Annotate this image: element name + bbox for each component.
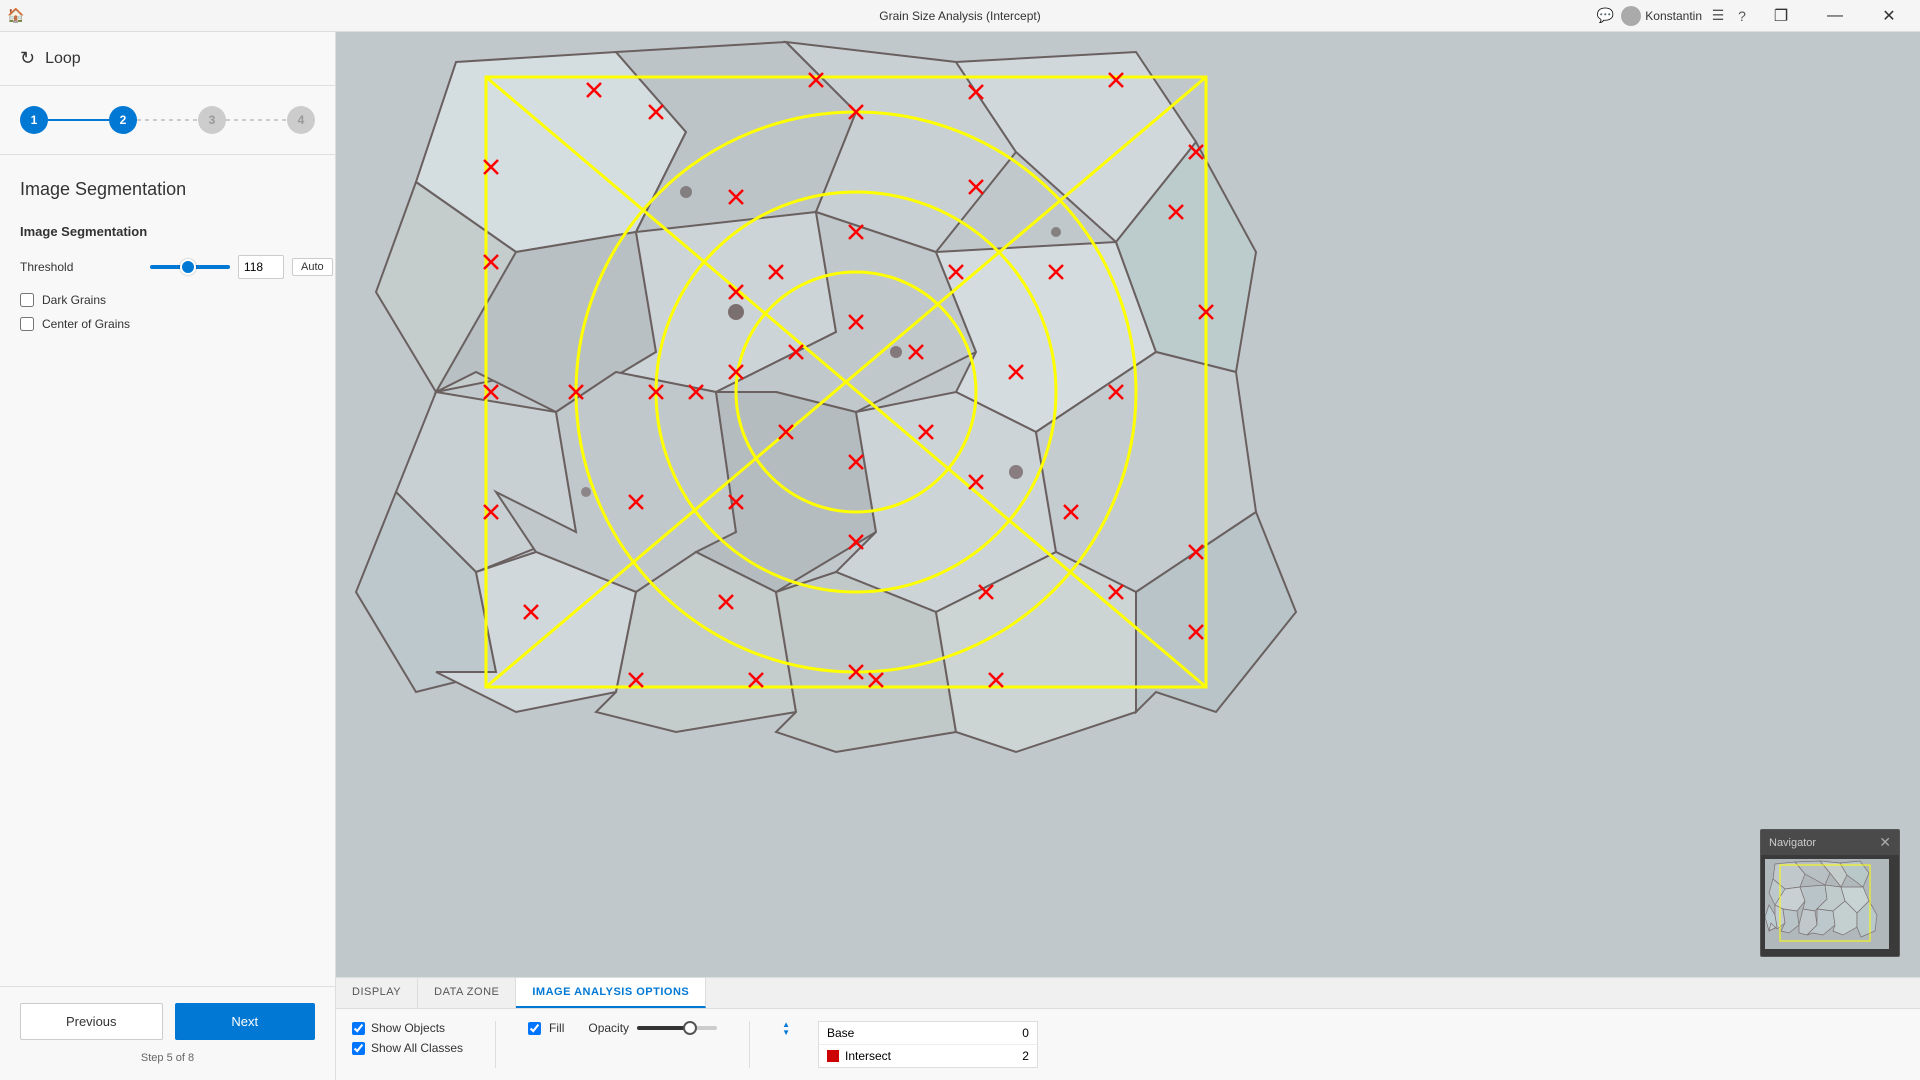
- username: Konstantin: [1645, 9, 1702, 23]
- center-of-grains-row: Center of Grains: [20, 317, 315, 331]
- dark-grains-label: Dark Grains: [42, 293, 106, 307]
- previous-button[interactable]: Previous: [20, 1003, 163, 1040]
- step-3: 3: [198, 106, 226, 134]
- titlebar: 🏠 Grain Size Analysis (Intercept) 💬 Kons…: [0, 0, 1920, 32]
- divider-1: [495, 1021, 496, 1068]
- restore-button[interactable]: ❐: [1758, 0, 1804, 32]
- threshold-label: Threshold: [20, 260, 150, 274]
- intersect-value: 2: [977, 1045, 1037, 1067]
- chat-icon[interactable]: 💬: [1597, 8, 1613, 24]
- show-objects-label: Show Objects: [371, 1021, 445, 1035]
- show-objects-row: Show Objects: [352, 1021, 463, 1035]
- threshold-input[interactable]: [238, 255, 284, 279]
- loop-label: Loop: [45, 50, 81, 68]
- show-classes-row: Show All Classes: [352, 1041, 463, 1055]
- show-classes-label: Show All Classes: [371, 1041, 463, 1055]
- subsection-title: Image Segmentation: [20, 224, 315, 239]
- bottom-panel: DISPLAY DATA ZONE IMAGE ANALYSIS OPTIONS…: [336, 977, 1920, 1080]
- fill-label: Fill: [549, 1021, 564, 1035]
- navigator-thumb-svg: [1765, 859, 1889, 949]
- dark-grains-checkbox[interactable]: [20, 293, 34, 307]
- grain-svg: [336, 32, 1920, 977]
- sort-down-arrow[interactable]: ▼: [782, 1029, 790, 1037]
- tab-bar: DISPLAY DATA ZONE IMAGE ANALYSIS OPTIONS: [336, 978, 1920, 1009]
- help-icon[interactable]: ?: [1734, 8, 1750, 24]
- sidebar: ↻ Loop 1 2 3 4 Image Segmentation Image …: [0, 32, 336, 1080]
- center-of-grains-checkbox[interactable]: [20, 317, 34, 331]
- intersect-name: Intersect: [819, 1045, 977, 1067]
- home-icon[interactable]: 🏠: [8, 8, 24, 24]
- content-area: Navigator ✕: [336, 32, 1920, 1080]
- step-1: 1: [20, 106, 48, 134]
- step-info: Step 5 of 8: [20, 1052, 315, 1064]
- navigator-close-button[interactable]: ✕: [1879, 834, 1891, 851]
- threshold-slider[interactable]: [150, 265, 230, 269]
- dark-grains-row: Dark Grains: [20, 293, 315, 307]
- tab-datazone[interactable]: DATA ZONE: [418, 978, 516, 1008]
- tab-imageoptions[interactable]: IMAGE ANALYSIS OPTIONS: [516, 978, 706, 1008]
- table-row-intersect: Intersect 2: [819, 1045, 1037, 1067]
- titlebar-left: 🏠: [8, 8, 24, 24]
- fill-checkbox[interactable]: [528, 1022, 541, 1035]
- close-button[interactable]: ✕: [1866, 0, 1912, 32]
- tab-content-imageoptions: Show Objects Show All Classes Fill Opaci…: [336, 1009, 1920, 1080]
- menu-icon[interactable]: ☰: [1710, 8, 1726, 24]
- sidebar-footer: Previous Next Step 5 of 8: [0, 986, 335, 1080]
- loop-icon: ↻: [20, 48, 35, 69]
- opacity-slider[interactable]: [637, 1026, 717, 1030]
- opacity-label: Opacity: [588, 1021, 629, 1035]
- grain-image: [336, 32, 1920, 977]
- main-layout: ↻ Loop 1 2 3 4 Image Segmentation Image …: [0, 32, 1920, 1080]
- nav-buttons: Previous Next: [20, 1003, 315, 1040]
- titlebar-right: 💬 Konstantin ☰ ? ❐ — ✕: [1597, 0, 1912, 32]
- image-area[interactable]: Navigator ✕: [336, 32, 1920, 977]
- section-title: Image Segmentation: [20, 179, 315, 200]
- base-name: Base: [819, 1022, 977, 1044]
- divider-2: [749, 1021, 750, 1068]
- opacity-section: Opacity: [588, 1021, 717, 1035]
- show-classes-checkbox[interactable]: [352, 1042, 365, 1055]
- navigator-panel: Navigator ✕: [1760, 829, 1900, 957]
- app-title: Grain Size Analysis (Intercept): [879, 9, 1040, 23]
- sidebar-content: Image Segmentation Image Segmentation Th…: [0, 155, 335, 986]
- tab-display[interactable]: DISPLAY: [336, 978, 418, 1008]
- step-4: 4: [287, 106, 315, 134]
- loop-header: ↻ Loop: [0, 32, 335, 86]
- user-badge: Konstantin: [1621, 6, 1702, 26]
- navigator-header: Navigator ✕: [1761, 830, 1899, 855]
- intersect-color-dot: [827, 1050, 839, 1062]
- sort-arrows[interactable]: ▲ ▼: [782, 1021, 790, 1037]
- step-line-2-3: [137, 119, 198, 121]
- display-options: Show Objects Show All Classes: [352, 1021, 463, 1055]
- step-indicator: 1 2 3 4: [0, 86, 335, 155]
- data-table: Base 0 Intersect 2: [818, 1021, 1038, 1068]
- center-of-grains-label: Center of Grains: [42, 317, 130, 331]
- next-button[interactable]: Next: [175, 1003, 316, 1040]
- table-row-base: Base 0: [819, 1022, 1037, 1045]
- navigator-thumbnail: [1761, 855, 1899, 956]
- base-value: 0: [977, 1022, 1037, 1044]
- fill-section: Fill: [528, 1021, 564, 1035]
- threshold-row: Threshold Auto: [20, 255, 315, 279]
- step-2: 2: [109, 106, 137, 134]
- step-line-1-2: [48, 119, 109, 121]
- show-objects-checkbox[interactable]: [352, 1022, 365, 1035]
- navigator-title: Navigator: [1769, 837, 1816, 849]
- auto-button[interactable]: Auto: [292, 258, 333, 276]
- step-line-3-4: [226, 119, 287, 121]
- minimize-button[interactable]: —: [1812, 0, 1858, 32]
- threshold-slider-container: Auto: [150, 255, 333, 279]
